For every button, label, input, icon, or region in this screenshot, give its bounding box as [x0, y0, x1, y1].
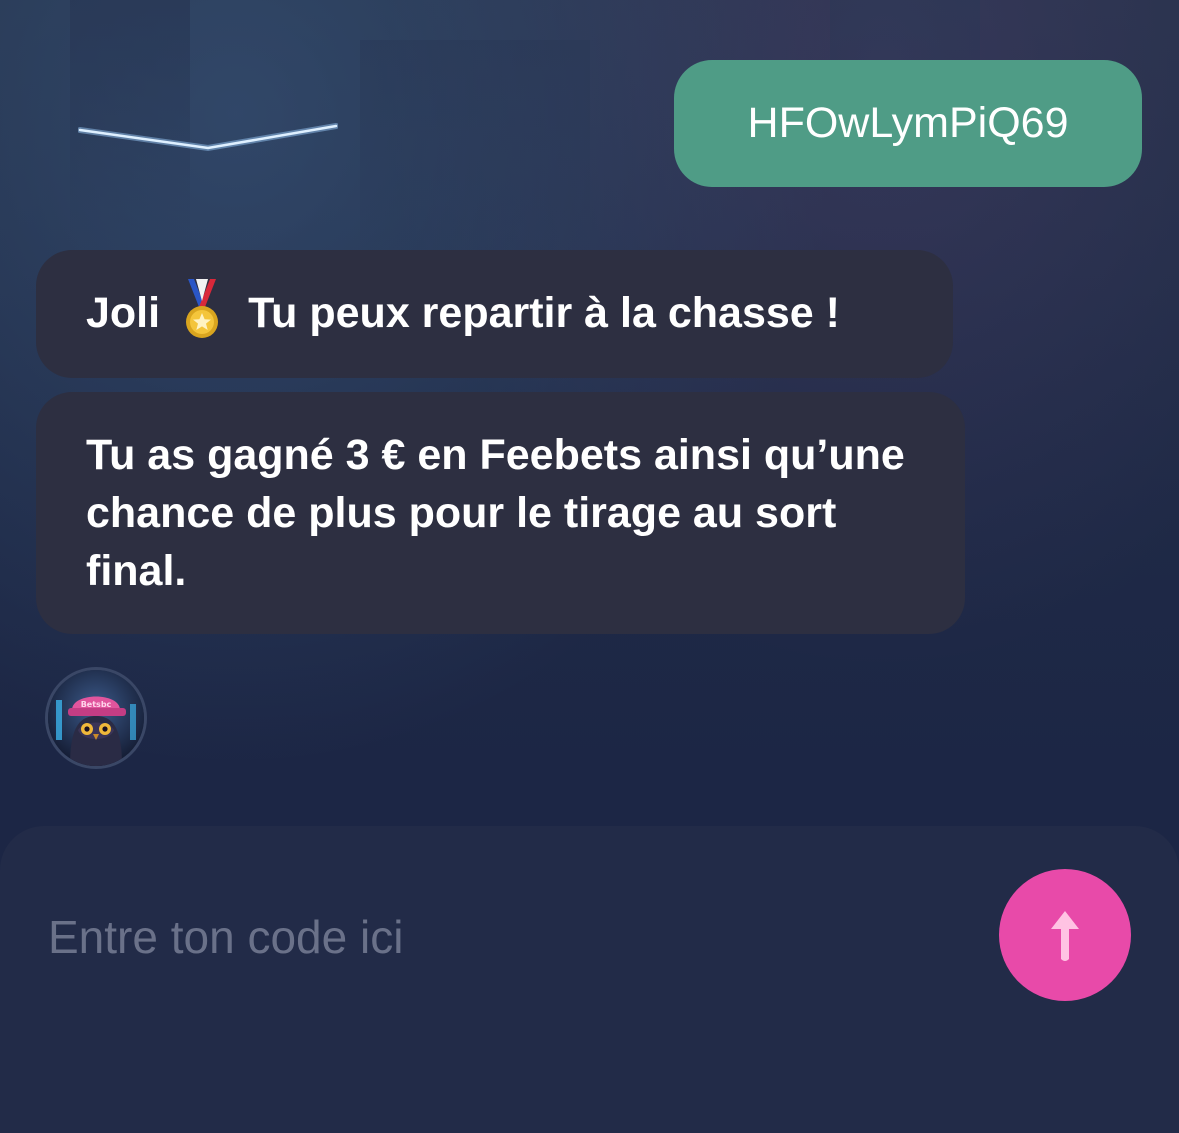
medal-icon — [182, 278, 222, 341]
bot-message-text: Joli — [86, 289, 161, 337]
bot-message-bubble: Tu as gagné 3 € en Feebets ainsi qu’une … — [36, 392, 965, 634]
message-composer — [0, 826, 1179, 1133]
user-message-bubble: HFOwLymPiQ69 — [674, 60, 1142, 187]
chat-screen: HFOwLymPiQ69 Joli Tu peux repartir à la … — [0, 0, 1179, 1133]
bot-message-bubble: Joli Tu peux repartir à la chasse ! — [36, 250, 953, 378]
send-button[interactable] — [999, 869, 1131, 1001]
owl-cap-avatar-icon: Betsbc — [48, 670, 144, 766]
bot-avatar: Betsbc — [48, 670, 144, 766]
avatar-cap-text: Betsbc — [81, 700, 112, 709]
bot-message-text: Tu as gagné 3 € en Feebets ainsi qu’une … — [86, 431, 905, 595]
code-input[interactable] — [48, 904, 948, 970]
user-message-text: HFOwLymPiQ69 — [747, 99, 1069, 147]
bot-message-text: Tu peux repartir à la chasse ! — [248, 289, 840, 337]
neon-light-decoration — [78, 123, 338, 152]
arrow-up-icon — [1051, 911, 1079, 961]
